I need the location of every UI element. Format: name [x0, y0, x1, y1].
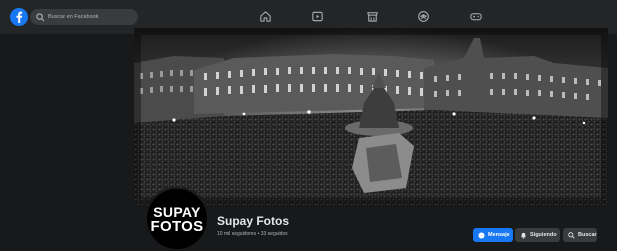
facebook-f-icon	[16, 11, 23, 23]
bell-icon	[520, 232, 527, 239]
cover-photo[interactable]	[134, 28, 608, 205]
watch-icon[interactable]	[310, 9, 324, 23]
groups-icon[interactable]	[416, 9, 430, 23]
page-title: Supay Fotos	[217, 214, 290, 228]
search-bar[interactable]	[30, 9, 138, 25]
search-icon	[568, 231, 575, 239]
message-button[interactable]: Mensaje	[473, 228, 513, 242]
profile-avatar[interactable]: SUPAY FOTOS	[145, 187, 209, 251]
home-icon[interactable]	[258, 9, 272, 23]
gaming-icon[interactable]	[469, 9, 483, 23]
follower-stats[interactable]: 10 mil seguidores • 33 seguidos	[217, 231, 288, 237]
search-icon	[36, 12, 45, 22]
avatar-logo-text-top: SUPAY	[153, 203, 201, 220]
following-button[interactable]: Siguiendo	[515, 228, 560, 242]
message-button-label: Mensaje	[488, 232, 510, 238]
facebook-logo[interactable]	[10, 8, 28, 26]
following-button-label: Siguiendo	[530, 232, 557, 238]
search-page-button[interactable]: Buscar	[563, 228, 597, 242]
search-page-button-label: Buscar	[578, 232, 597, 238]
avatar-logo-text-bottom: FOTOS	[150, 217, 204, 235]
cover-photo-image	[134, 28, 608, 205]
search-input[interactable]	[48, 14, 133, 20]
messenger-icon	[478, 231, 485, 239]
marketplace-icon[interactable]	[365, 9, 379, 23]
